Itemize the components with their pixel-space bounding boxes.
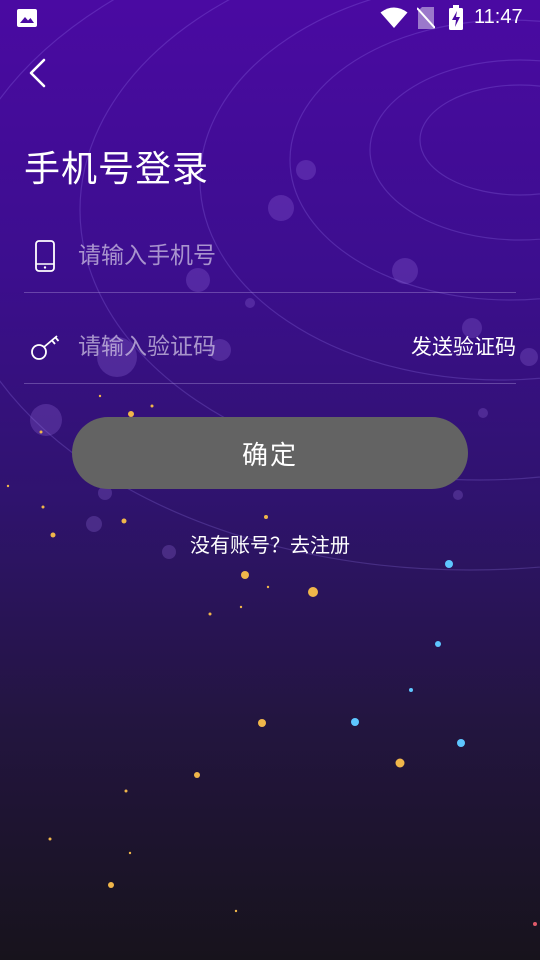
- battery-charging-icon: [449, 5, 463, 30]
- status-time: 11:47: [474, 6, 523, 28]
- code-field-row: 发送验证码: [24, 318, 516, 384]
- send-code-button[interactable]: 发送验证码: [411, 331, 516, 361]
- wifi-icon: [380, 7, 408, 28]
- register-link[interactable]: 没有账号？去注册: [0, 529, 540, 558]
- smartphone-icon: [35, 240, 55, 272]
- phone-field-row: [24, 226, 516, 293]
- confirm-button[interactable]: 确定: [72, 417, 468, 489]
- verification-code-input[interactable]: [78, 327, 368, 367]
- chevron-left-icon: [29, 58, 46, 88]
- status-bar: 11:47: [0, 0, 540, 36]
- no-sim-icon: [417, 7, 435, 29]
- gallery-icon: [17, 9, 37, 27]
- phone-input[interactable]: [78, 236, 378, 276]
- back-button[interactable]: [22, 56, 56, 90]
- key-icon: [31, 335, 60, 360]
- page-title: 手机号登录: [24, 149, 210, 190]
- login-screen: 11:47 手机号登录 发送验证码 确定 没有账号？去注册: [0, 0, 540, 960]
